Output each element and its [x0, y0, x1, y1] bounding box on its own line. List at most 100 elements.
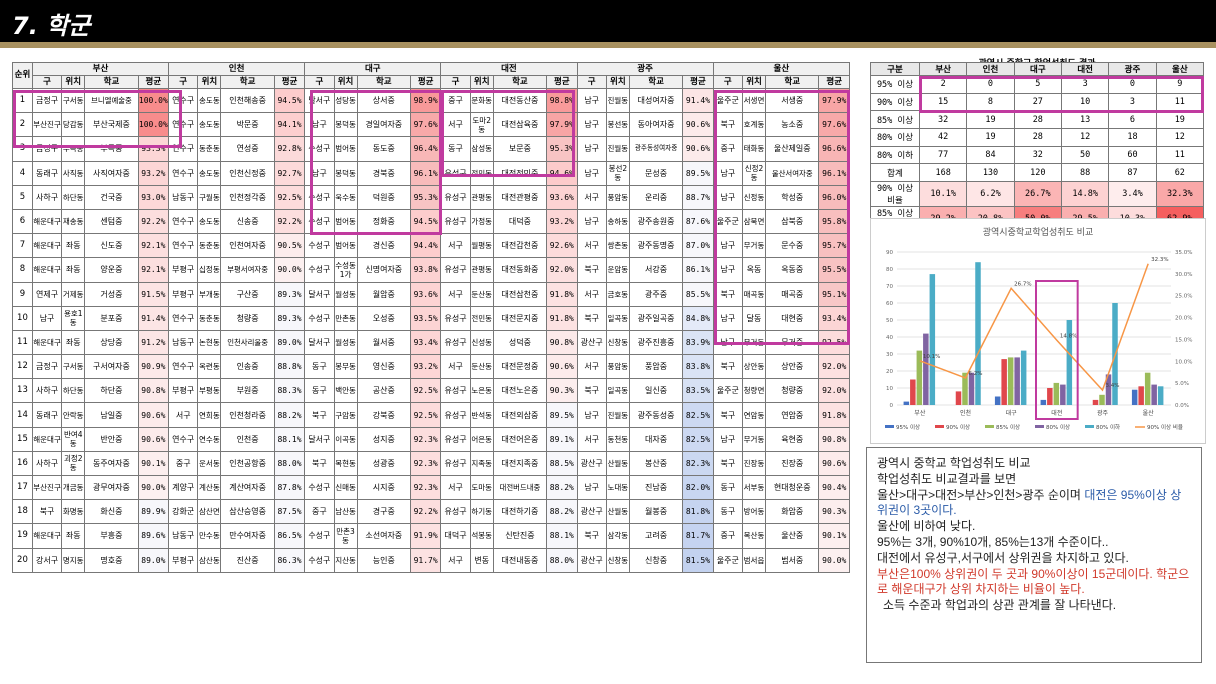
bar [1131, 389, 1138, 405]
note-line-7: 부산은100% 상위권이 두 곳과 90%이상이 15군데이다. 학군으로 해운… [877, 566, 1190, 597]
location-cell: 봉덕동 [333, 160, 358, 186]
summary-value: 32 [918, 110, 968, 130]
column-header: 위치 [741, 75, 767, 89]
y-tick-label: 50 [886, 318, 893, 324]
summary-value: 19 [966, 110, 1015, 130]
average-cell: 88.8% [273, 354, 306, 380]
average-cell: 88.3% [273, 378, 306, 404]
district-cell: 동구 [712, 474, 744, 501]
column-header: 구 [712, 75, 744, 89]
school-cell: 문성중 [628, 160, 684, 186]
average-cell: 90.6% [137, 426, 170, 452]
location-cell: 신매동 [333, 474, 358, 501]
average-cell: 96.4% [409, 136, 442, 162]
district-cell: 남구 [712, 329, 744, 356]
average-cell: 90.8% [137, 378, 170, 404]
district-cell: 남구 [576, 160, 607, 186]
school-cell: 일신중 [628, 378, 684, 404]
location-cell: 석봉동 [469, 523, 494, 549]
school-cell: 경일여자중 [356, 112, 411, 138]
column-header: 구 [576, 75, 607, 89]
bar [1138, 386, 1144, 405]
school-cell: 대전외삼중 [492, 402, 548, 428]
rank-cell: 12 [12, 354, 33, 380]
city-header: 인천 [168, 62, 306, 76]
district-cell: 금정구 [31, 354, 63, 380]
location-cell: 동춘동 [197, 233, 222, 259]
rank-cell: 5 [12, 184, 33, 210]
average-cell: 92.3% [409, 474, 442, 501]
school-cell: 진남중 [628, 474, 684, 501]
average-cell: 92.7% [273, 160, 306, 186]
column-header: 평균 [546, 75, 578, 89]
y-tick-label: 40 [886, 335, 893, 341]
table-row: 5 사하구 하단동 건국중 93.0% 남동구 구월동 인천정각중 92.5% 수성구 욱수동 덕원중… [12, 184, 850, 210]
location-cell: 반여4동 [61, 426, 86, 452]
school-cell: 소선여자중 [356, 523, 411, 549]
summary-value: 26.7% [1013, 181, 1062, 208]
school-cell: 정화중 [356, 208, 411, 235]
district-cell: 유성구 [440, 499, 471, 525]
district-cell: 해운대구 [31, 426, 63, 452]
school-cell: 부원중 [220, 378, 275, 404]
school-cell: 대전노은중 [492, 378, 548, 404]
location-cell: 옥동 [741, 257, 767, 283]
average-cell: 90.6% [682, 112, 714, 138]
column-header: 학교 [356, 75, 411, 89]
district-cell: 동구 [304, 354, 335, 380]
location-cell: 반석동 [469, 402, 494, 428]
district-cell: 북구 [576, 305, 607, 331]
school-cell: 부흥중 [84, 523, 139, 549]
school-cell: 인천중 [220, 426, 275, 452]
school-cell: 인천정각중 [220, 184, 275, 210]
school-cell: 경북중 [356, 160, 411, 186]
district-cell: 수성구 [304, 233, 335, 259]
school-cell: 신명여자중 [356, 257, 411, 283]
location-cell: 관평동 [469, 257, 494, 283]
average-cell: 97.6% [409, 112, 442, 138]
average-cell: 82.0% [682, 474, 714, 501]
location-cell: 무거동 [741, 329, 767, 356]
school-cell: 시지중 [356, 474, 411, 501]
location-cell: 금호동 [605, 281, 630, 307]
average-cell: 90.0% [137, 474, 170, 501]
location-cell: 구암동 [333, 402, 358, 428]
school-cell: 대전관평중 [492, 184, 548, 210]
average-cell: 88.5% [546, 450, 578, 477]
average-cell: 93.2% [546, 208, 578, 235]
summary-label: 80% 이상 [870, 128, 920, 147]
school-cell: 청량중 [220, 305, 275, 331]
school-cell: 광무여자중 [84, 474, 139, 501]
y-tick-label: 90 [886, 250, 893, 256]
district-cell: 북구 [712, 112, 744, 138]
bar [910, 379, 916, 405]
district-cell: 유성구 [440, 402, 471, 428]
school-cell: 신탄진중 [492, 523, 548, 549]
bar [1092, 399, 1099, 405]
data-label: 14.8% [1060, 333, 1077, 339]
rank-cell: 1 [12, 87, 33, 114]
location-cell: 어은동 [469, 426, 494, 452]
school-cell: 대전내동중 [492, 547, 548, 573]
legend-label: 90% 이상 [946, 423, 970, 431]
location-cell: 진월동 [605, 136, 630, 162]
summary-value: 50 [1060, 145, 1110, 165]
bar [975, 262, 981, 405]
location-cell: 사직동 [61, 160, 86, 186]
district-cell: 울주군 [712, 547, 744, 573]
district-cell: 울주군 [712, 208, 744, 235]
average-cell: 89.9% [137, 499, 170, 525]
average-cell: 97.6% [818, 112, 850, 138]
average-cell: 89.0% [137, 547, 170, 573]
bar [968, 372, 975, 405]
rank-cell: 4 [12, 160, 33, 186]
summary-header: 대전 [1060, 62, 1110, 76]
commentary-box: 광역시 중학교 학업성취도 비교 학업성취도 비교결과를 보면 울산>대구>대전… [866, 447, 1202, 663]
average-cell: 82.5% [682, 402, 714, 428]
location-cell: 복현동 [333, 450, 358, 477]
bar [1157, 386, 1164, 405]
average-cell: 91.2% [137, 329, 170, 356]
school-cell: 광주중 [628, 281, 684, 307]
location-cell: 괴정2동 [61, 450, 86, 477]
school-cell: 인천청라중 [220, 402, 275, 428]
